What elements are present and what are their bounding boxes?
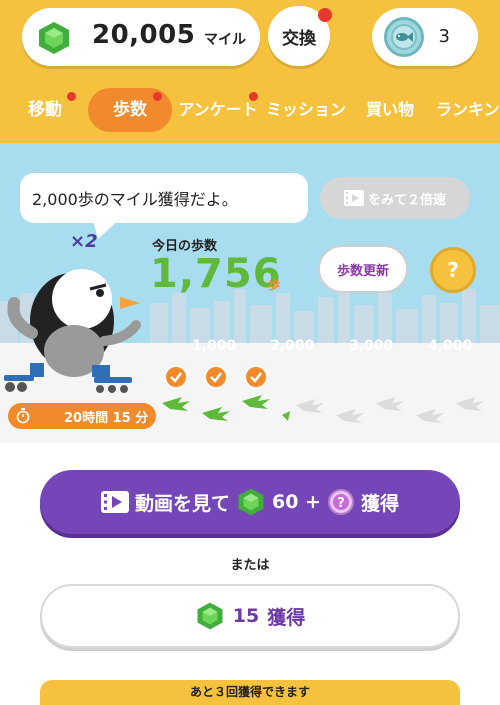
watch-video-double-speed-button[interactable]: をみて２倍速 xyxy=(320,177,470,219)
stopwatch-icon xyxy=(16,408,30,424)
video-button-prefix: 動画を見て xyxy=(134,492,230,515)
timer-text: 20時間 15 分 xyxy=(64,410,149,426)
video-button-suffix: 獲得 xyxy=(360,492,399,515)
notification-dot xyxy=(67,92,76,101)
watch-video-earn-button[interactable]: 動画を見て 60 + ? 獲得 xyxy=(40,470,460,534)
penguin-character xyxy=(4,269,141,393)
question-icon: ? xyxy=(447,258,459,282)
tab-bar: 移動 歩数 アンケート ミッション 買い物 ランキン xyxy=(0,84,500,136)
exchange-button[interactable]: 交換 xyxy=(268,6,332,66)
tab-label: 歩数 xyxy=(113,100,147,120)
bubble-text: 2,000歩のマイル獲得だよ。 xyxy=(32,190,238,209)
help-button[interactable]: ? xyxy=(430,247,476,293)
double-button-label: をみて２倍速 xyxy=(367,192,446,208)
claim-miles-button[interactable]: 15 獲得 xyxy=(40,584,460,648)
footprints xyxy=(162,395,484,423)
milestone-label: 1,000 xyxy=(192,338,237,354)
video-button-amount: 60 + xyxy=(272,491,321,513)
notification-dot xyxy=(153,92,162,101)
green-gem-icon xyxy=(39,22,69,54)
remaining-text: あと３回獲得できます xyxy=(189,685,310,699)
step-scene: 2,000歩のマイル獲得だよ。 をみて２倍速 ×2 今日の歩数 1,756 歩 … xyxy=(0,143,500,443)
remaining-claims-banner: あと３回獲得できます xyxy=(40,680,460,705)
or-label: または xyxy=(230,558,270,573)
check-icon xyxy=(204,365,228,389)
multiplier-badge: ×2 xyxy=(70,231,98,252)
claim-amount: 15 xyxy=(232,605,260,627)
coin-balance[interactable]: 3 xyxy=(372,8,478,66)
tab-mission[interactable]: ミッション xyxy=(266,88,346,132)
tab-shopping[interactable]: 買い物 xyxy=(362,88,418,132)
video-icon xyxy=(343,190,364,206)
tab-move[interactable]: 移動 xyxy=(14,88,76,132)
tab-label: ランキン xyxy=(436,100,500,119)
fish-coin-icon xyxy=(384,17,424,57)
steps-unit: 歩 xyxy=(268,278,281,292)
tab-survey[interactable]: アンケート xyxy=(178,88,258,132)
miles-value: 20,005 xyxy=(92,20,196,50)
video-icon xyxy=(100,491,129,513)
update-steps-button[interactable]: 歩数更新 xyxy=(318,245,408,293)
exchange-label: 交換 xyxy=(282,28,316,49)
green-gem-icon xyxy=(197,602,223,630)
check-icon xyxy=(244,365,268,389)
update-steps-label: 歩数更新 xyxy=(336,263,389,279)
notification-dot xyxy=(249,92,258,101)
speech-bubble: 2,000歩のマイル獲得だよ。 xyxy=(20,173,308,223)
milestone-label: 4,000 xyxy=(428,338,473,354)
tab-label: ミッション xyxy=(266,100,347,119)
mystery-coin-icon: ? xyxy=(327,489,354,515)
steps-value: 1,756 xyxy=(150,251,282,297)
green-gem-icon xyxy=(238,488,264,516)
tab-label: アンケート xyxy=(178,100,258,119)
check-icon xyxy=(164,365,188,389)
timer-badge: 20時間 15 分 xyxy=(8,403,156,429)
miles-unit: マイル xyxy=(204,32,246,48)
tab-ranking[interactable]: ランキン xyxy=(436,88,500,132)
header: 20,005 マイル 交換 3 移動 歩数 アンケート ミッション 買い物 ラン… xyxy=(0,0,500,143)
milestone-label: 3,000 xyxy=(349,338,394,354)
notification-dot xyxy=(318,8,332,22)
milestone-label: 2,000 xyxy=(270,338,315,354)
claim-suffix: 獲得 xyxy=(267,606,306,629)
svg-text:?: ? xyxy=(337,496,345,511)
tab-label: 買い物 xyxy=(365,100,414,119)
miles-balance[interactable]: 20,005 マイル xyxy=(22,8,260,66)
tab-steps[interactable]: 歩数 xyxy=(88,88,172,132)
tab-label: 移動 xyxy=(28,100,62,120)
coin-count: 3 xyxy=(438,26,450,47)
